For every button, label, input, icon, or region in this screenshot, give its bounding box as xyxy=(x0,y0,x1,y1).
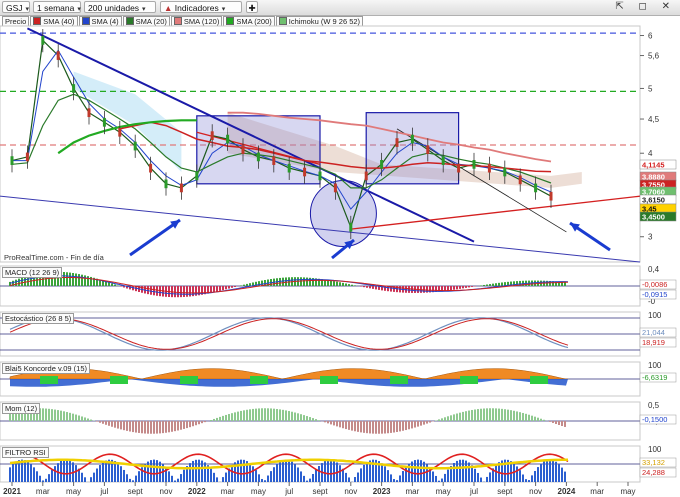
candle-body xyxy=(487,163,491,173)
candle-body xyxy=(333,183,337,193)
panel-value-tag-label: -6,6319 xyxy=(642,373,667,382)
y-tick-label: 5 xyxy=(648,84,653,93)
panel-title-label: MACD (12 26 9) xyxy=(2,267,63,278)
panel-y-tick-label: 100 xyxy=(648,361,662,370)
candle-body xyxy=(395,138,399,147)
x-tick-label: jul xyxy=(469,487,478,496)
candle-body xyxy=(210,131,214,141)
price-tag-label: 3,6150 xyxy=(642,196,665,205)
candle-body xyxy=(534,183,538,193)
koncorde-green-block xyxy=(250,376,268,384)
y-tick-label: 6 xyxy=(648,32,653,41)
candle-body xyxy=(133,141,137,151)
x-tick-label: may xyxy=(66,487,81,496)
candle-body xyxy=(149,163,153,173)
panel-value-tag-label: 24,288 xyxy=(642,468,665,477)
candle-body xyxy=(272,156,276,165)
x-tick-label: 2021 xyxy=(3,487,21,496)
x-tick-label: jul xyxy=(284,487,293,496)
panel-y-tick-label: 0,5 xyxy=(648,401,660,410)
panel-value-tag-label: 33,132 xyxy=(642,458,665,467)
x-tick-label: nov xyxy=(344,487,357,496)
x-tick-label: nov xyxy=(529,487,542,496)
y-tick-label: 3 xyxy=(648,233,653,242)
x-tick-label: sept xyxy=(497,487,513,496)
panel-title-koncorde[interactable]: Blai5 Koncorde v.09 (15) xyxy=(2,363,91,374)
x-tick-label: mar xyxy=(406,487,420,496)
candle-body xyxy=(195,171,199,181)
price-tag-label: 4,1145 xyxy=(642,161,665,170)
panel-y-tick-label: 100 xyxy=(648,311,662,320)
panel-value-tag-label: 18,919 xyxy=(642,338,665,347)
candle-body xyxy=(72,84,76,93)
y-tick-label: 4,5 xyxy=(648,115,660,124)
candle-body xyxy=(41,36,45,45)
candle-body xyxy=(118,127,122,137)
panel-title-label: Estocástico (26 8 5) xyxy=(2,313,75,324)
candle-body xyxy=(56,51,60,60)
candle-body xyxy=(503,167,507,177)
chart-canvas[interactable]: 65,654,543,530,40,2-01005010000,5-0,1500… xyxy=(0,0,680,497)
candle-body xyxy=(303,167,307,177)
x-tick-label: nov xyxy=(160,487,173,496)
candle-body xyxy=(518,175,522,185)
x-tick-label: mar xyxy=(221,487,235,496)
candle-body xyxy=(164,179,168,189)
candle-body xyxy=(441,156,445,165)
koncorde-green-block xyxy=(110,376,128,384)
x-tick-label: sept xyxy=(312,487,328,496)
x-tick-label: 2023 xyxy=(373,487,391,496)
x-tick-label: jul xyxy=(99,487,108,496)
koncorde-green-block xyxy=(460,376,478,384)
x-tick-label: mar xyxy=(590,487,604,496)
x-tick-label: 2022 xyxy=(188,487,206,496)
candle-body xyxy=(10,156,14,165)
panel-title-macd[interactable]: MACD (12 26 9) xyxy=(2,267,63,278)
koncorde-green-block xyxy=(40,376,58,384)
candle-body xyxy=(410,134,414,144)
koncorde-green-block xyxy=(180,376,198,384)
candle-body xyxy=(380,159,384,169)
panel-title-mom[interactable]: Mom (12) xyxy=(2,403,41,414)
candle-body xyxy=(426,145,430,155)
candle-body xyxy=(226,134,230,144)
panel-title-label: Mom (12) xyxy=(2,403,41,414)
panel-value-tag-label: -0,1500 xyxy=(642,415,667,424)
panel-y-tick-label: 0,4 xyxy=(648,265,660,274)
candle-body xyxy=(241,145,245,155)
x-tick-label: sept xyxy=(128,487,144,496)
candle-body xyxy=(472,159,476,169)
candle-body xyxy=(256,152,260,162)
x-tick-label: 2024 xyxy=(558,487,576,496)
y-tick-label: 5,6 xyxy=(648,52,660,61)
candle-body xyxy=(25,152,29,162)
data-source-label: ProRealTime.com - Fin de día xyxy=(4,253,104,262)
panel-title-stoch[interactable]: Estocástico (26 8 5) xyxy=(2,313,75,324)
candle-body xyxy=(349,222,353,232)
candle-body xyxy=(102,117,106,127)
koncorde-green-block xyxy=(320,376,338,384)
candle-body xyxy=(287,163,291,173)
panel-value-tag-label: 21,044 xyxy=(642,328,665,337)
candle-body xyxy=(364,171,368,181)
panel-title-label: FILTRO RSI xyxy=(2,447,49,458)
koncorde-green-block xyxy=(530,376,548,384)
candle-body xyxy=(457,163,461,173)
x-tick-label: may xyxy=(620,487,635,496)
candle-body xyxy=(87,108,91,118)
panel-value-tag-label: -0,0915 xyxy=(642,290,667,299)
price-tag-label: 3,4500 xyxy=(642,213,665,222)
koncorde-green-block xyxy=(390,376,408,384)
panel-title-rsi[interactable]: FILTRO RSI xyxy=(2,447,50,458)
x-tick-label: mar xyxy=(36,487,50,496)
x-tick-label: may xyxy=(251,487,266,496)
candle-body xyxy=(318,171,322,181)
y-tick-label: 4 xyxy=(648,149,653,158)
panel-y-tick-label: 100 xyxy=(648,445,662,454)
x-tick-label: may xyxy=(436,487,451,496)
panel-title-label: Blai5 Koncorde v.09 (15) xyxy=(2,363,90,374)
candle-body xyxy=(549,191,553,201)
panel-value-tag-label: -0,0086 xyxy=(642,280,667,289)
candle-body xyxy=(179,183,183,193)
